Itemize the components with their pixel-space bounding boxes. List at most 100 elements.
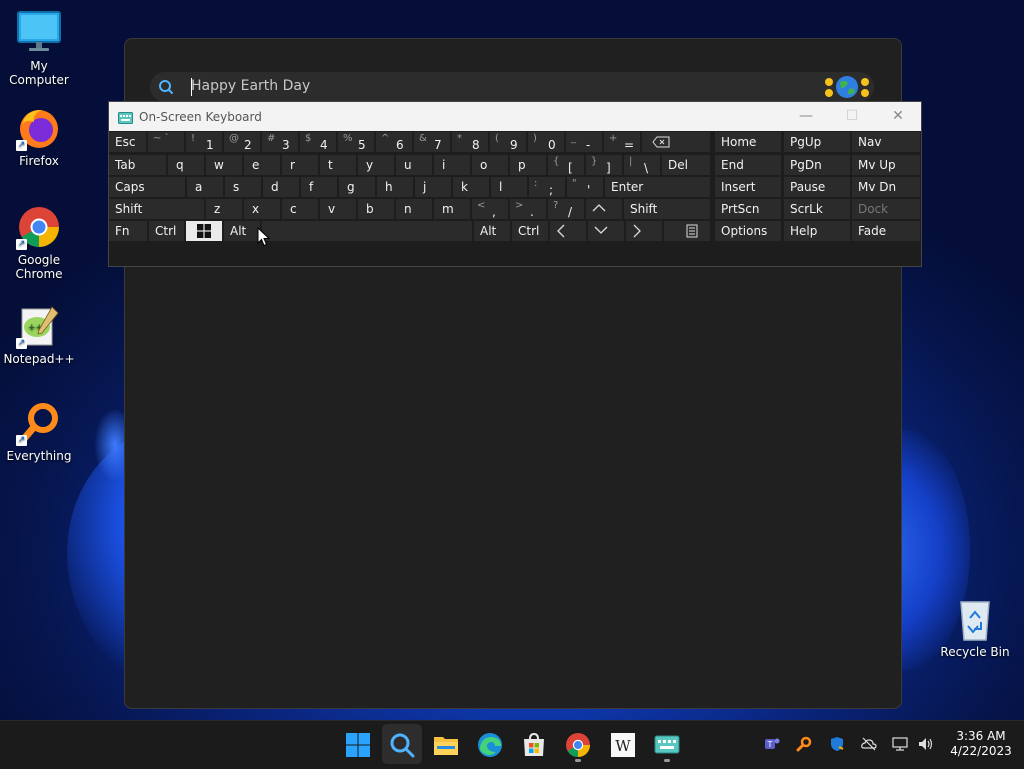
key-arrow-right[interactable] (626, 221, 662, 241)
key-shift-right[interactable]: Shift (624, 199, 710, 219)
key-space[interactable] (262, 221, 472, 241)
key-letter-f[interactable]: f (301, 177, 337, 197)
volume-icon[interactable] (917, 736, 933, 752)
key-letter-r[interactable]: r (282, 155, 318, 175)
key-letter-w[interactable]: w (206, 155, 242, 175)
key-number-11[interactable]: _ - (566, 132, 602, 152)
desktop-icon-recycle-bin[interactable]: Recycle Bin (936, 596, 1014, 659)
key-letter-i[interactable]: i (434, 155, 470, 175)
desktop-icon-everything[interactable]: ↗ Everything (0, 400, 78, 463)
cloud-offline-icon[interactable] (861, 736, 877, 752)
file-explorer-button[interactable] (432, 731, 460, 759)
start-button[interactable] (344, 731, 372, 759)
key-dock[interactable]: Dock (852, 199, 920, 219)
key-punct-2[interactable]: <, (472, 199, 508, 219)
key-letter-l[interactable]: l (491, 177, 527, 197)
key-mv-dn[interactable]: Mv Dn (852, 177, 920, 197)
chrome-taskbar-button[interactable] (564, 731, 592, 759)
key-windows[interactable] (186, 221, 222, 241)
key-fn[interactable]: Fn (109, 221, 147, 241)
key-number-2[interactable]: @2 (224, 132, 260, 152)
teams-icon[interactable]: T (764, 736, 780, 752)
key-menu[interactable] (664, 221, 710, 241)
desktop-icon-notepadpp[interactable]: ++ ↗ Notepad++ (0, 303, 78, 366)
key-number-0[interactable]: ~ ` (148, 132, 184, 152)
key-arrow-down[interactable] (588, 221, 624, 241)
key-letter-h[interactable]: h (377, 177, 413, 197)
key-letter-v[interactable]: v (320, 199, 356, 219)
key-arrow-up[interactable] (586, 199, 622, 219)
key-esc[interactable]: Esc (109, 132, 146, 152)
key-options[interactable]: Options (715, 221, 781, 241)
key-shift-left[interactable]: Shift (109, 199, 204, 219)
key-pgup[interactable]: PgUp (784, 132, 850, 152)
key-letter-x[interactable]: x (244, 199, 280, 219)
microsoft-store-button[interactable] (520, 731, 548, 759)
key-help[interactable]: Help (784, 221, 850, 241)
key-letter-b[interactable]: b (358, 199, 394, 219)
key-enter[interactable]: Enter (605, 177, 710, 197)
key-number-9[interactable]: (9 (490, 132, 526, 152)
key-letter-s[interactable]: s (225, 177, 261, 197)
key-ctrl-right[interactable]: Ctrl (512, 221, 548, 241)
key-mv-up[interactable]: Mv Up (852, 155, 920, 175)
key-backspace[interactable] (642, 132, 710, 152)
key-letter-j[interactable]: j (415, 177, 451, 197)
osk-title-bar[interactable]: On-Screen Keyboard — ☐ ✕ (109, 102, 921, 131)
key-alt-left[interactable]: Alt (224, 221, 260, 241)
key-letter-t[interactable]: t (320, 155, 356, 175)
key-bracket-1[interactable]: }] (586, 155, 622, 175)
network-icon[interactable] (892, 736, 908, 752)
key-punct-1[interactable]: " ' (567, 177, 603, 197)
close-button[interactable]: ✕ (875, 102, 921, 131)
key-pause[interactable]: Pause (784, 177, 850, 197)
key-number-12[interactable]: + = (604, 132, 640, 152)
earth-day-icon[interactable] (822, 74, 872, 100)
everything-tray-icon[interactable] (796, 736, 812, 752)
key-letter-d[interactable]: d (263, 177, 299, 197)
key-letter-m[interactable]: m (434, 199, 470, 219)
key-del[interactable]: Del (662, 155, 710, 175)
edge-button[interactable] (476, 731, 504, 759)
key-letter-c[interactable]: c (282, 199, 318, 219)
key-home[interactable]: Home (715, 132, 781, 152)
key-alt-right[interactable]: Alt (474, 221, 510, 241)
key-letter-z[interactable]: z (206, 199, 242, 219)
key-prtscn[interactable]: PrtScn (715, 199, 781, 219)
desktop-icon-google-chrome[interactable]: ↗ Google Chrome (0, 204, 78, 281)
minimize-button[interactable]: — (783, 102, 829, 131)
key-letter-p[interactable]: p (510, 155, 546, 175)
key-end[interactable]: End (715, 155, 781, 175)
key-letter-u[interactable]: u (396, 155, 432, 175)
osk-taskbar-button[interactable] (653, 731, 681, 759)
key-bracket-0[interactable]: {[ (548, 155, 584, 175)
key-number-1[interactable]: ! 1 (186, 132, 222, 152)
key-insert[interactable]: Insert (715, 177, 781, 197)
desktop-icon-my-computer[interactable]: My Computer (0, 10, 78, 87)
key-punct-0[interactable]: :; (529, 177, 565, 197)
key-punct-4[interactable]: ? / (548, 199, 584, 219)
key-letter-g[interactable]: g (339, 177, 375, 197)
wikipedia-button[interactable]: W (609, 731, 637, 759)
desktop-icon-firefox[interactable]: ↗ Firefox (0, 105, 78, 168)
key-number-6[interactable]: ^ 6 (376, 132, 412, 152)
key-number-4[interactable]: $4 (300, 132, 336, 152)
key-letter-y[interactable]: y (358, 155, 394, 175)
key-number-3[interactable]: #3 (262, 132, 298, 152)
key-number-5[interactable]: % 5 (338, 132, 374, 152)
key-arrow-left[interactable] (550, 221, 586, 241)
key-letter-o[interactable]: o (472, 155, 508, 175)
security-shield-icon[interactable] (829, 736, 845, 752)
key-pgdn[interactable]: PgDn (784, 155, 850, 175)
key-letter-n[interactable]: n (396, 199, 432, 219)
taskbar-search-button[interactable] (388, 731, 416, 759)
key-letter-e[interactable]: e (244, 155, 280, 175)
key-nav[interactable]: Nav (852, 132, 920, 152)
key-fade[interactable]: Fade (852, 221, 920, 241)
key-punct-3[interactable]: >. (510, 199, 546, 219)
key-caps[interactable]: Caps (109, 177, 185, 197)
key-letter-q[interactable]: q (168, 155, 204, 175)
key-tab[interactable]: Tab (109, 155, 166, 175)
key-scrlk[interactable]: ScrLk (784, 199, 850, 219)
key-ctrl-left[interactable]: Ctrl (149, 221, 184, 241)
